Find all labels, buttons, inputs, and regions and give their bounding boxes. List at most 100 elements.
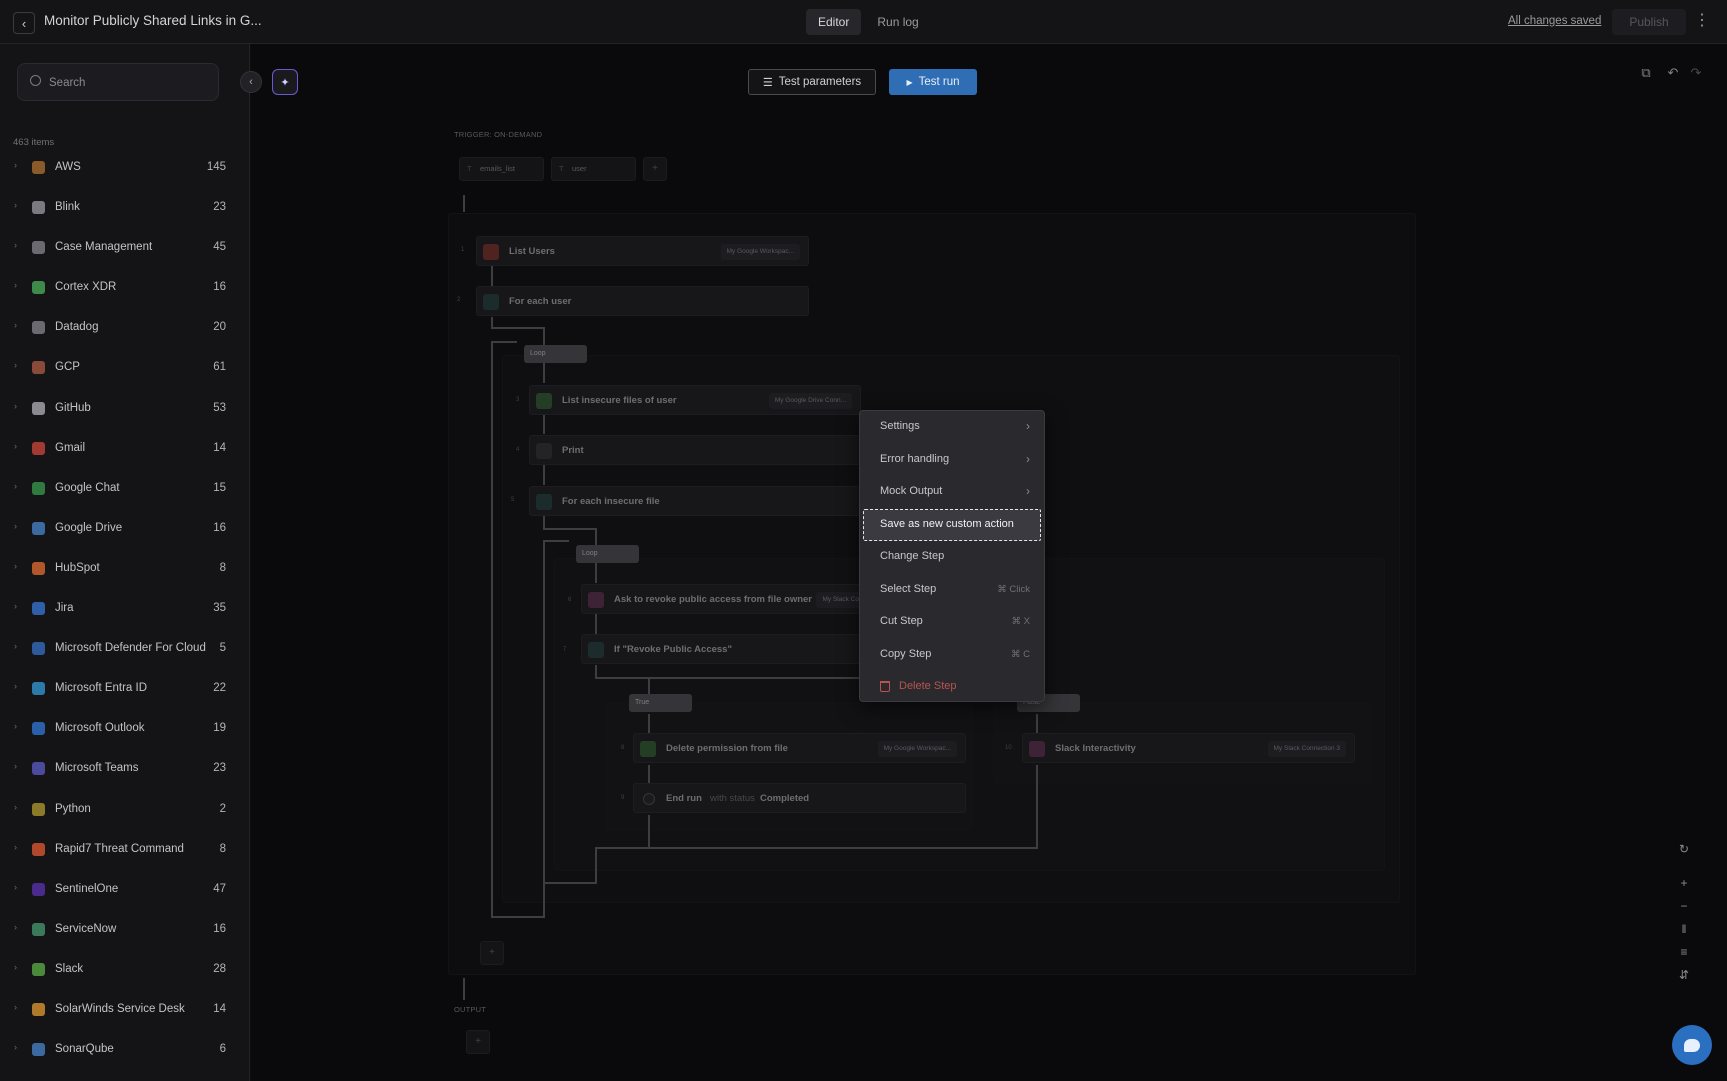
connector: [1036, 714, 1038, 734]
back-button[interactable]: ‹: [13, 12, 35, 34]
redo-icon[interactable]: ↷: [1686, 63, 1706, 83]
sidebar-category[interactable]: › SonarQube 6: [0, 1030, 250, 1070]
category-count: 5: [219, 642, 226, 655]
connection-selector[interactable]: My Slack Connection 3: [1267, 741, 1346, 757]
top-bar: ‹ Monitor Publicly Shared Links in G... …: [0, 0, 1727, 44]
saved-status-link[interactable]: All changes saved: [1508, 15, 1601, 27]
connection-selector[interactable]: My Google Workspac...: [720, 244, 800, 260]
step-delete-permission[interactable]: Delete permission from file My Google Wo…: [633, 733, 966, 763]
publish-button[interactable]: Publish: [1612, 9, 1686, 35]
zoom-in-icon[interactable]: +: [1672, 876, 1696, 890]
sidebar-category[interactable]: › Google Chat 15: [0, 469, 250, 509]
step-print[interactable]: Print: [529, 435, 861, 465]
tab-editor[interactable]: Editor: [806, 9, 862, 35]
category-count: 20: [213, 321, 226, 334]
sidebar-category[interactable]: › Microsoft Teams 23: [0, 749, 250, 789]
sidebar-category[interactable]: › GitHub 53: [0, 389, 250, 429]
copy-icon[interactable]: ⧉: [1636, 63, 1656, 83]
app-window: ‹ Monitor Publicly Shared Links in G... …: [0, 0, 1727, 1081]
wrench-icon: [536, 443, 552, 459]
loop-chip[interactable]: Loop: [576, 545, 639, 563]
fit-horizontal-icon[interactable]: ‖: [1672, 922, 1696, 936]
integration-icon: [32, 842, 45, 856]
category-name: AWS: [55, 161, 81, 173]
menu-item-label: Settings: [880, 420, 920, 432]
search-input[interactable]: [49, 73, 209, 93]
reset-view-icon[interactable]: ↻: [1672, 842, 1696, 856]
test-parameters-button[interactable]: ☰ Test parameters: [748, 69, 876, 95]
add-output-button[interactable]: +: [466, 1030, 490, 1054]
menu-item-save-custom-action[interactable]: Save as new custom action: [863, 508, 1041, 541]
collapse-sidebar-button[interactable]: ‹: [240, 71, 262, 93]
fit-vertical-icon[interactable]: ≡: [1672, 945, 1696, 959]
connection-selector[interactable]: My Google Workspac...: [877, 741, 957, 757]
param-chip[interactable]: user: [551, 157, 636, 181]
category-count: 8: [219, 561, 226, 574]
add-param-button[interactable]: +: [643, 157, 667, 181]
test-run-button[interactable]: ▶ Test run: [889, 69, 977, 95]
loop-chip[interactable]: Loop: [524, 345, 587, 363]
menu-item-label: Save as new custom action: [880, 517, 1014, 530]
chevron-right-icon: ›: [14, 721, 17, 732]
ai-assistant-button[interactable]: ✦: [272, 69, 298, 95]
menu-item-mock-output[interactable]: Mock Output ›: [860, 476, 1044, 509]
step-if-revoke[interactable]: If "Revoke Public Access": [581, 634, 871, 664]
sidebar-category[interactable]: › Microsoft Outlook 19: [0, 709, 250, 749]
chat-support-button[interactable]: [1672, 1025, 1712, 1065]
add-step-button[interactable]: +: [480, 941, 504, 965]
trash-icon: [880, 681, 890, 692]
sidebar-category[interactable]: › Rapid7 Threat Command 8: [0, 830, 250, 870]
step-list-users[interactable]: List Users My Google Workspac...: [476, 236, 809, 266]
menu-item-select-step[interactable]: Select Step ⌘ Click: [860, 574, 1044, 607]
menu-item-label: Cut Step: [880, 615, 923, 627]
more-vertical-icon[interactable]: ⋮: [1694, 10, 1710, 32]
integration-icon: [32, 201, 45, 215]
param-chip[interactable]: emails_list: [459, 157, 544, 181]
menu-item-settings[interactable]: Settings ›: [860, 411, 1044, 444]
sidebar-category[interactable]: › Gmail 14: [0, 429, 250, 469]
sidebar-category[interactable]: › Microsoft Defender For Cloud 5: [0, 629, 250, 669]
category-count: 14: [213, 1002, 226, 1015]
google-drive-icon: [536, 393, 552, 409]
sidebar-category[interactable]: › HubSpot 8: [0, 549, 250, 589]
sidebar-category[interactable]: › Case Management 45: [0, 228, 250, 268]
sidebar-category[interactable]: › Cortex XDR 16: [0, 268, 250, 308]
chevron-right-icon: ›: [14, 360, 17, 371]
test-parameters-label: Test parameters: [778, 76, 862, 88]
menu-item-delete-step[interactable]: Delete Step: [860, 671, 1044, 704]
category-count: 19: [213, 722, 226, 735]
menu-item-cut-step[interactable]: Cut Step ⌘ X: [860, 606, 1044, 639]
step-slack-interactivity[interactable]: Slack Interactivity My Slack Connection …: [1022, 733, 1355, 763]
sidebar-category[interactable]: › Slack 28: [0, 950, 250, 990]
sidebar-category[interactable]: › SolarWinds Service Desk 14: [0, 990, 250, 1030]
integration-icon: [32, 762, 45, 776]
sidebar-category[interactable]: › AWS 145: [0, 148, 250, 188]
step-end-run[interactable]: End run with status Completed: [633, 783, 966, 813]
sidebar-category[interactable]: › Python 2: [0, 790, 250, 830]
connector: [543, 528, 595, 530]
step-ask-revoke-access[interactable]: Ask to revoke public access from file ow…: [581, 584, 874, 614]
collapse-vertical-icon[interactable]: ⇵: [1672, 968, 1696, 982]
sidebar-category[interactable]: › Google Drive 16: [0, 509, 250, 549]
loop-icon: [483, 294, 499, 310]
connector: [543, 516, 545, 528]
step-for-each-insecure-file[interactable]: For each insecure file: [529, 486, 861, 516]
step-for-each-user[interactable]: For each user: [476, 286, 809, 316]
connection-selector[interactable]: My Google Drive Conn...: [768, 393, 852, 409]
sidebar-category[interactable]: › ServiceNow 16: [0, 910, 250, 950]
step-list-insecure-files[interactable]: List insecure files of user My Google Dr…: [529, 385, 861, 415]
true-branch-chip[interactable]: True: [629, 694, 692, 712]
sidebar-category[interactable]: › GCP 61: [0, 348, 250, 388]
menu-item-change-step[interactable]: Change Step: [860, 541, 1044, 574]
menu-item-error-handling[interactable]: Error handling ›: [860, 444, 1044, 477]
zoom-out-icon[interactable]: −: [1672, 899, 1696, 913]
undo-icon[interactable]: ↶: [1663, 63, 1683, 83]
sidebar-category[interactable]: › Blink 23: [0, 188, 250, 228]
sidebar-category[interactable]: › Datadog 20: [0, 308, 250, 348]
sidebar-category[interactable]: › Jira 35: [0, 589, 250, 629]
sidebar-category[interactable]: › SentinelOne 47: [0, 870, 250, 910]
tab-run-log[interactable]: Run log: [865, 9, 930, 35]
sidebar-category[interactable]: › Microsoft Entra ID 22: [0, 669, 250, 709]
menu-item-copy-step[interactable]: Copy Step ⌘ C: [860, 639, 1044, 672]
category-name: Rapid7 Threat Command: [55, 842, 184, 855]
